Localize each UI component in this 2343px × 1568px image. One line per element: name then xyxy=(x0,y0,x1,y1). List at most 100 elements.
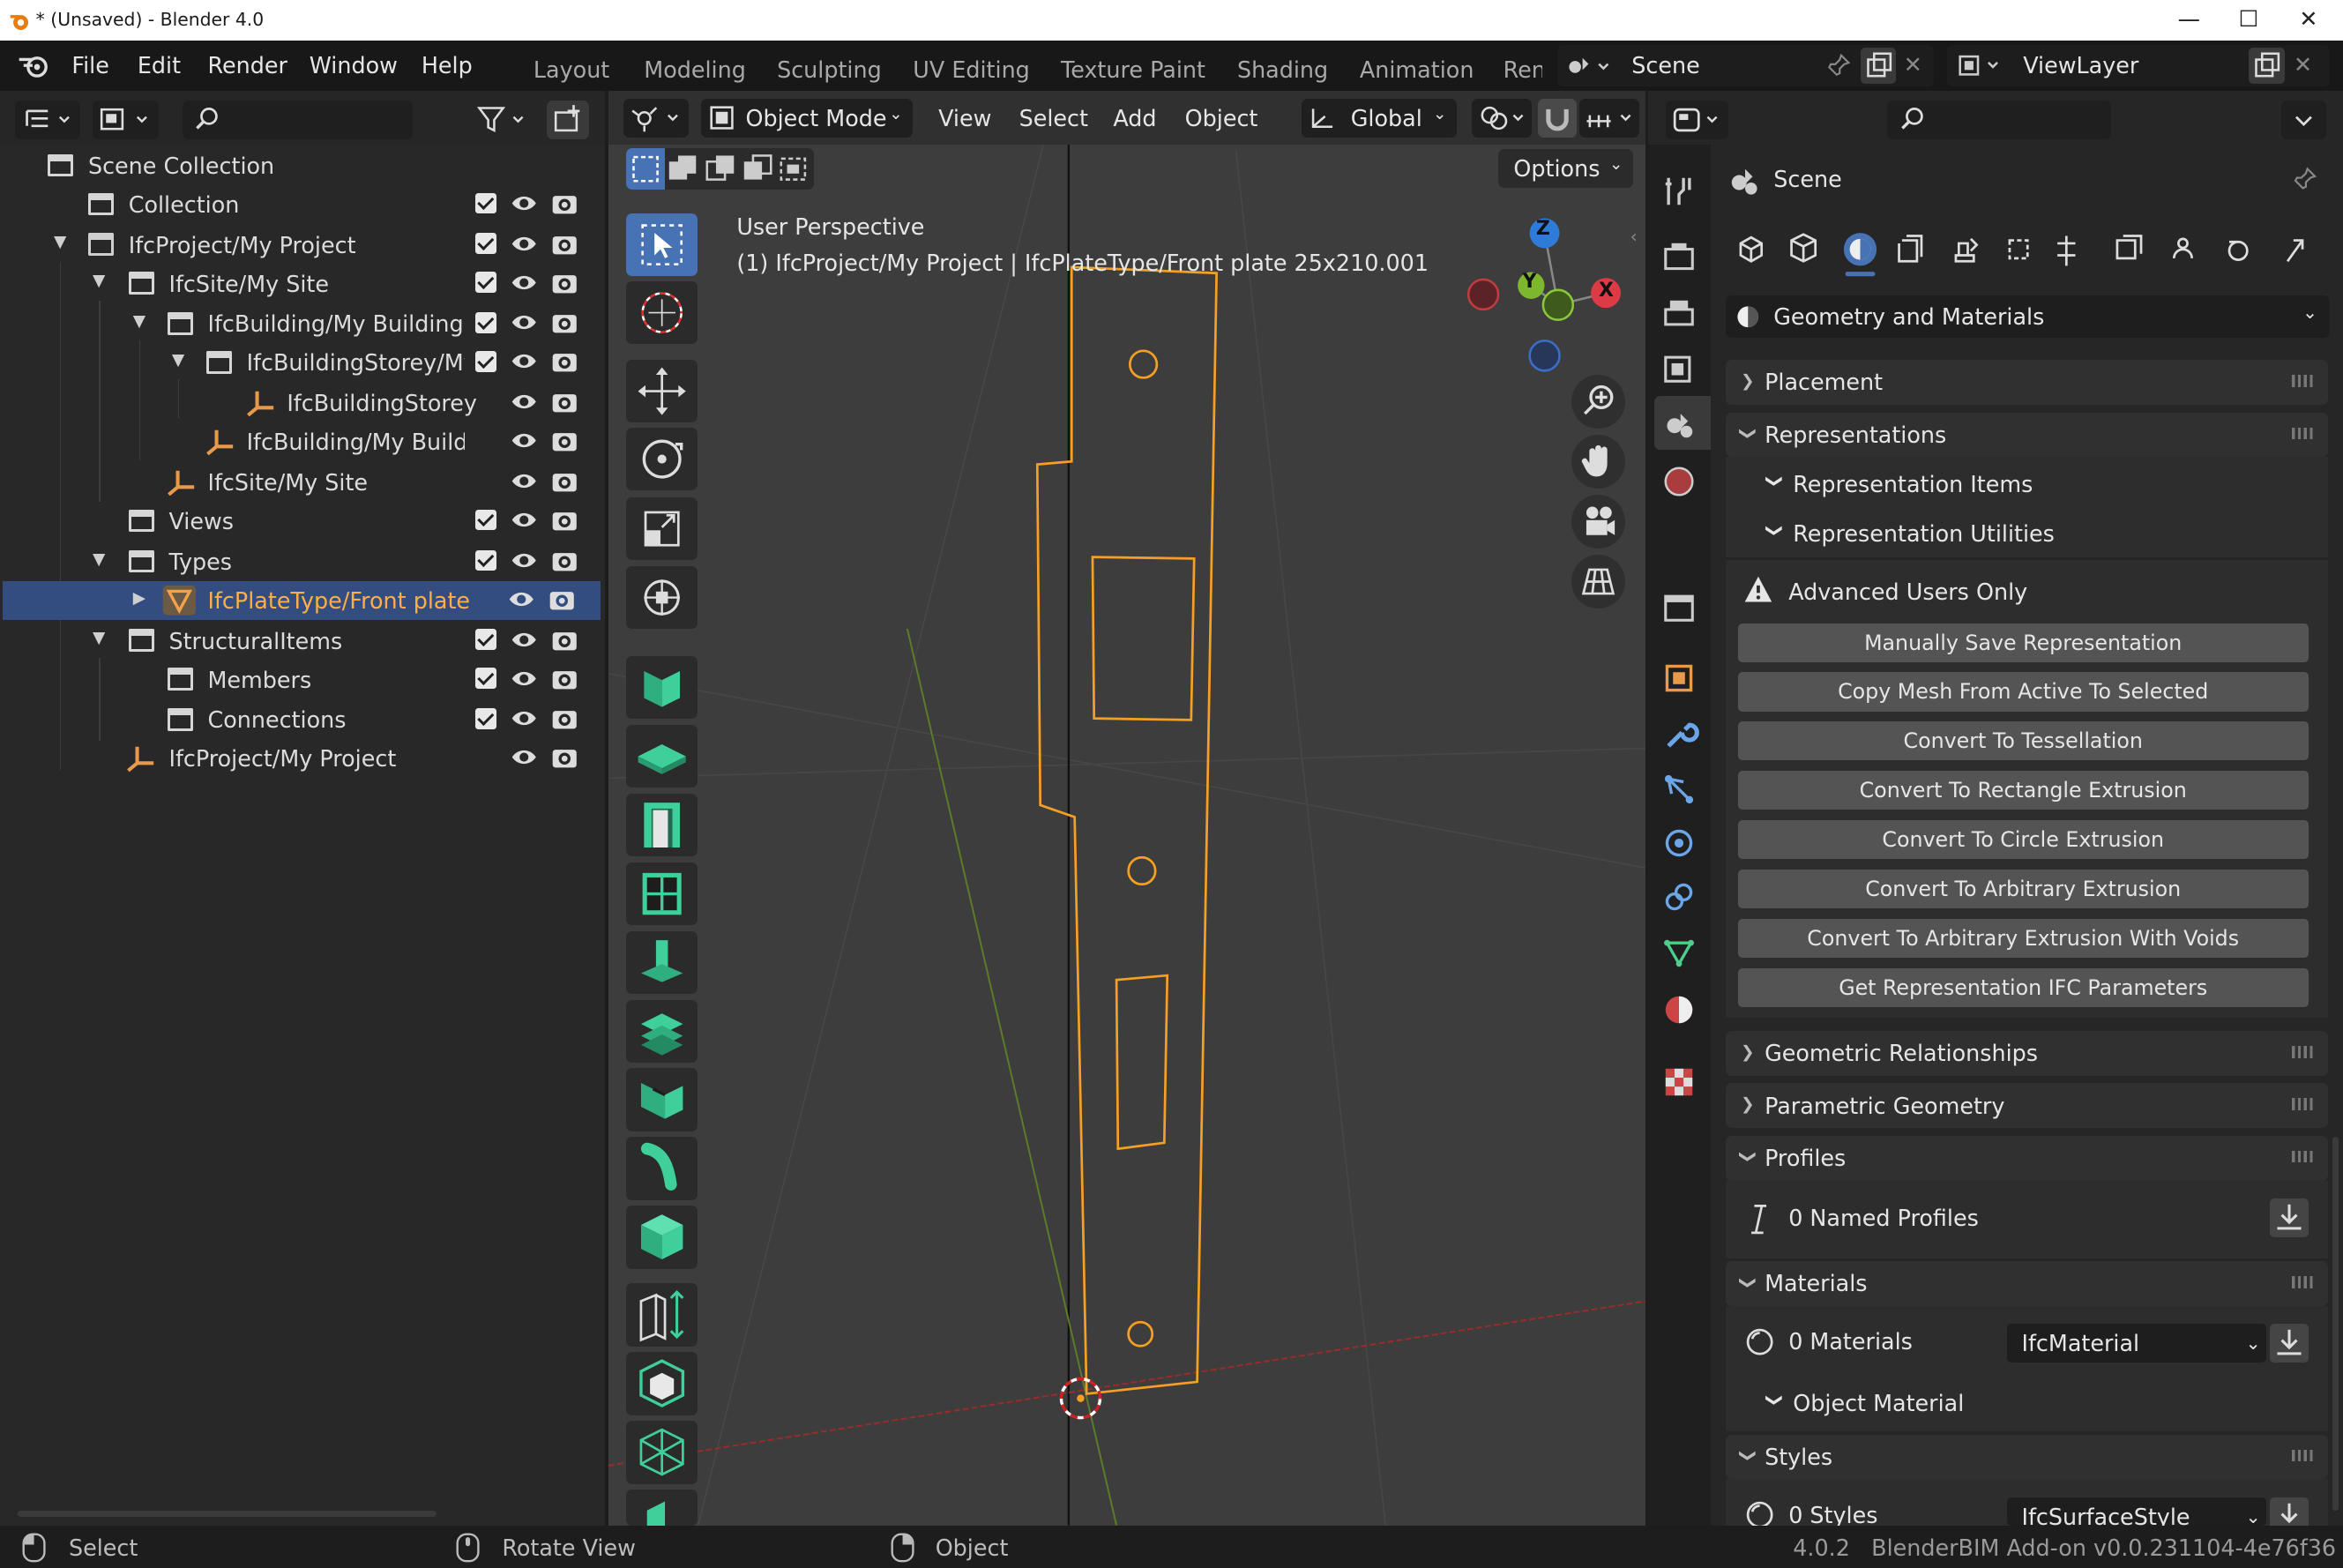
menu-window[interactable]: Window xyxy=(310,52,398,78)
eye-icon[interactable] xyxy=(511,191,537,215)
material-tab-icon[interactable] xyxy=(1660,990,1698,1029)
expand-arrow-icon[interactable]: ▼ xyxy=(93,629,105,647)
new-scene-button[interactable] xyxy=(1860,48,1897,84)
material-type-dropdown[interactable]: IfcMaterial ⌄ xyxy=(2006,1324,2267,1363)
scene-tab[interactable] xyxy=(1653,395,1712,450)
tool-bool[interactable] xyxy=(625,1352,698,1415)
tool-tab-icon[interactable] xyxy=(1660,172,1698,211)
camera-icon[interactable] xyxy=(551,271,578,295)
camera-icon[interactable] xyxy=(551,508,578,532)
outliner-row-ifcplatetype-selected[interactable]: ▶ IfcPlateType/Front plate xyxy=(3,581,601,621)
zoom-button[interactable] xyxy=(1571,375,1626,429)
tab-animation[interactable]: Animation xyxy=(1360,56,1474,83)
chevron-down-icon[interactable]: ❯ xyxy=(1765,1393,1784,1407)
eye-icon[interactable] xyxy=(511,508,537,532)
parametric-geometry-section-header[interactable]: ❯ Parametric Geometry xyxy=(1726,1083,2328,1129)
neg-y-axis[interactable] xyxy=(1542,288,1575,321)
placement-section-header[interactable]: ❯ Placement xyxy=(1726,360,2328,406)
tool-door[interactable] xyxy=(625,793,698,856)
outliner-row-ifcsite[interactable]: ▼ IfcSite/My Site xyxy=(6,265,601,303)
tool-select-box[interactable] xyxy=(625,213,698,277)
tool-scale[interactable] xyxy=(625,497,698,561)
outliner-row-structuralitems[interactable]: ▼ StructuralItems xyxy=(6,622,601,661)
editor-type-button[interactable] xyxy=(14,100,81,139)
camera-icon[interactable] xyxy=(551,310,578,334)
options-dropdown[interactable]: Options ⌄ xyxy=(1498,149,1633,189)
maximize-button[interactable]: ☐ xyxy=(2214,3,2283,35)
get-representation-ifc-parameters-button[interactable]: Get Representation IFC Parameters xyxy=(1737,967,2309,1007)
expand-arrow-icon[interactable]: ▼ xyxy=(54,233,66,251)
tool-slab[interactable] xyxy=(625,724,698,788)
drag-grip-icon[interactable] xyxy=(2292,427,2313,440)
camera-icon[interactable] xyxy=(551,549,578,572)
filter-button[interactable] xyxy=(472,101,538,139)
object-tab-icon[interactable] xyxy=(1660,659,1698,698)
editor-type-button[interactable] xyxy=(623,98,690,138)
menu-select[interactable]: Select xyxy=(1019,105,1088,131)
tool-move[interactable] xyxy=(625,360,698,423)
eye-icon[interactable] xyxy=(511,628,537,652)
outliner-row-ifcbuildingstorey-empty[interactable]: IfcBuildingStorey xyxy=(6,384,601,422)
new-collection-button[interactable] xyxy=(547,100,589,139)
outliner-row-ifcproject[interactable]: ▼ IfcProject/My Project xyxy=(6,226,601,265)
new-viewlayer-button[interactable] xyxy=(2249,48,2285,84)
style-type-dropdown[interactable]: IfcSurfaceStyle ⌄ xyxy=(2006,1497,2267,1526)
convert-arbitrary-extrusion-button[interactable]: Convert To Arbitrary Extrusion xyxy=(1737,870,2309,909)
eye-icon[interactable] xyxy=(511,349,537,373)
chevron-down-icon[interactable]: ❯ xyxy=(1765,524,1784,538)
copy-mesh-button[interactable]: Copy Mesh From Active To Selected xyxy=(1737,672,2309,712)
pivot-point-dropdown[interactable] xyxy=(1471,98,1532,138)
select-intersect-button[interactable] xyxy=(775,148,814,190)
menu-help[interactable]: Help xyxy=(422,52,473,78)
display-mode-button[interactable] xyxy=(93,100,159,139)
eye-icon[interactable] xyxy=(511,706,537,730)
camera-icon[interactable] xyxy=(551,429,578,452)
tab-shading[interactable]: Shading xyxy=(1237,56,1328,83)
tab-layout[interactable]: Layout xyxy=(534,56,609,83)
exclude-checkbox[interactable] xyxy=(474,629,496,651)
tool-transform[interactable] xyxy=(625,566,698,630)
menu-object[interactable]: Object xyxy=(1185,105,1258,131)
outliner-row-ifcproject-empty[interactable]: IfcProject/My Project xyxy=(6,740,601,779)
menu-render[interactable]: Render xyxy=(208,52,287,78)
eye-icon[interactable] xyxy=(511,469,537,493)
eye-icon[interactable] xyxy=(508,587,534,611)
outliner-row-views[interactable]: Views xyxy=(6,502,601,541)
physics-tab-icon[interactable] xyxy=(1660,824,1698,862)
camera-icon[interactable] xyxy=(551,628,578,652)
tab-sculpting[interactable]: Sculpting xyxy=(777,56,882,83)
exclude-checkbox[interactable] xyxy=(474,708,496,729)
outliner-row-ifcbuilding[interactable]: ▼ IfcBuilding/My Building xyxy=(6,305,601,344)
drag-grip-icon[interactable] xyxy=(2292,1098,2313,1110)
snap-target-dropdown[interactable] xyxy=(1578,98,1639,138)
select-invert-button[interactable] xyxy=(738,148,777,190)
eye-icon[interactable] xyxy=(511,549,537,572)
tool-column[interactable] xyxy=(625,930,698,994)
menu-file[interactable]: File xyxy=(71,52,109,78)
camera-icon[interactable] xyxy=(551,667,578,691)
select-extend-button[interactable] xyxy=(663,148,702,190)
materials-section-header[interactable]: ❯ Materials xyxy=(1726,1261,2328,1306)
camera-icon[interactable] xyxy=(551,232,578,256)
exclude-checkbox[interactable] xyxy=(474,549,496,571)
exclude-checkbox[interactable] xyxy=(474,233,496,255)
neg-x-axis[interactable] xyxy=(1467,278,1500,310)
tool-structural[interactable] xyxy=(625,1421,698,1484)
neg-z-axis[interactable] xyxy=(1528,340,1562,372)
tool-stair[interactable] xyxy=(625,999,698,1063)
convert-rectangle-extrusion-button[interactable]: Convert To Rectangle Extrusion xyxy=(1737,771,2309,810)
world-tab-icon[interactable] xyxy=(1660,462,1698,501)
convert-tessellation-button[interactable]: Convert To Tessellation xyxy=(1737,721,2309,761)
menu-edit[interactable]: Edit xyxy=(138,52,181,78)
minimize-button[interactable]: — xyxy=(2154,3,2223,35)
object-material-subpanel[interactable]: Object Material xyxy=(1793,1390,1964,1416)
expand-arrow-icon[interactable]: ▶ xyxy=(133,589,146,608)
camera-icon[interactable] xyxy=(551,349,578,373)
view-layer-tab-icon[interactable] xyxy=(1660,348,1698,387)
3d-viewport[interactable]: Object Mode ⌄ View Select Add Object Glo… xyxy=(608,91,1645,1526)
pin-icon[interactable] xyxy=(2291,166,2317,192)
eye-icon[interactable] xyxy=(511,390,537,414)
output-tab-icon[interactable] xyxy=(1660,295,1698,333)
camera-icon[interactable] xyxy=(551,390,578,414)
tool-extrude[interactable] xyxy=(625,1283,698,1347)
